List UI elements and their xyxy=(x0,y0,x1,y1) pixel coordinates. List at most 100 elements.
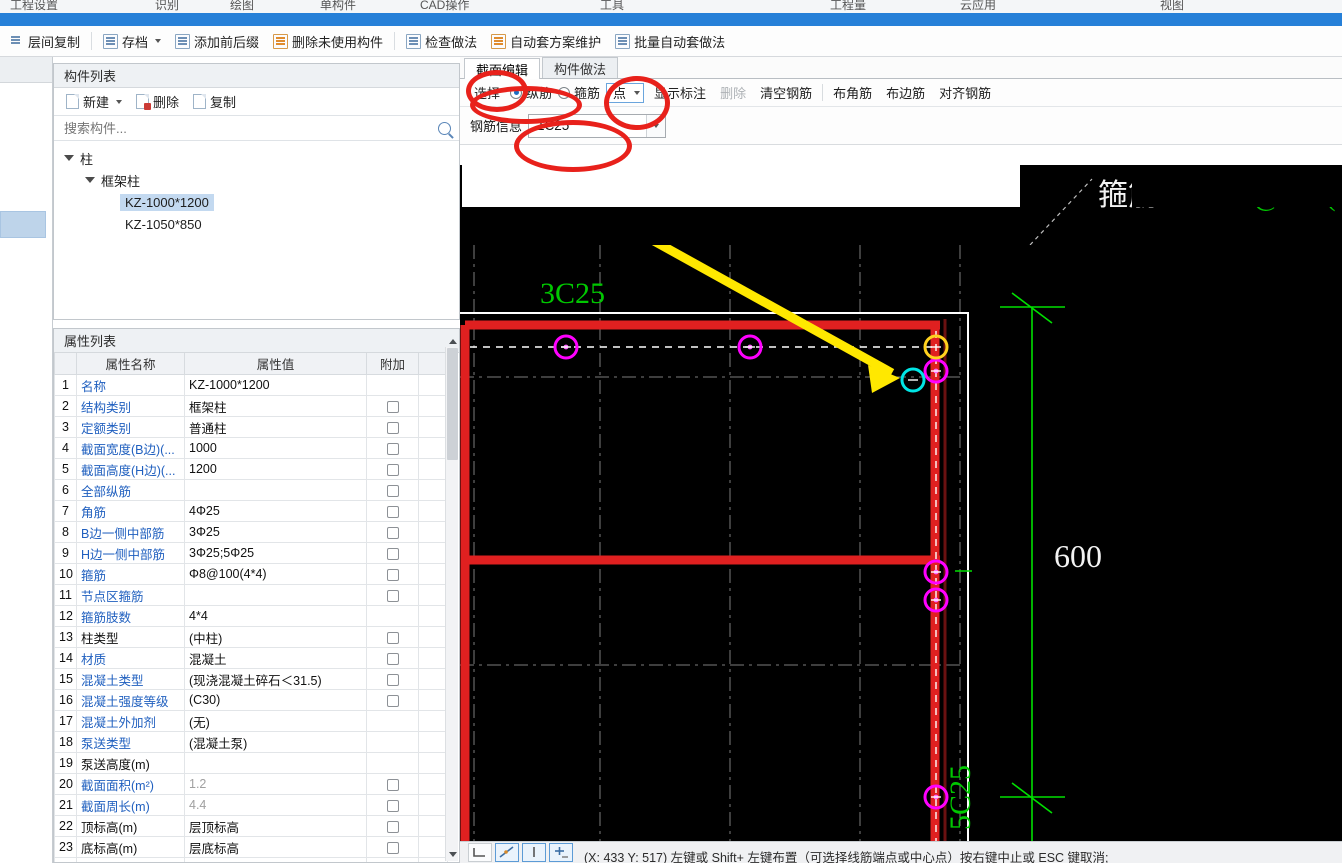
attach-checkbox[interactable] xyxy=(386,778,399,791)
table-row[interactable]: 16 混凝土强度等级 (C30) xyxy=(54,689,448,711)
table-row[interactable]: 5 截面高度(H边)(... 1200 xyxy=(54,458,448,480)
menu-item-layer-copy[interactable]: 层间复制 xyxy=(2,29,87,54)
property-value-cell[interactable]: 层底标高 xyxy=(184,836,367,858)
table-row[interactable]: 7 角筋 4Φ25 xyxy=(54,500,448,522)
property-name-cell[interactable]: 名称 xyxy=(76,374,185,396)
align-rebar-button[interactable]: 对齐钢筋 xyxy=(935,83,995,102)
table-row[interactable]: 21 截面周长(m) 4.4 xyxy=(54,794,448,816)
copy-component-button[interactable]: 复制 xyxy=(187,91,242,113)
property-value-cell[interactable]: (混凝土泵) xyxy=(184,731,367,753)
expand-triangle-icon[interactable] xyxy=(64,155,74,161)
scroll-up-arrow-icon[interactable] xyxy=(446,334,459,347)
property-value-cell[interactable] xyxy=(184,857,367,862)
attach-checkbox-cell[interactable] xyxy=(366,857,419,862)
tab-component-method[interactable]: 构件做法 xyxy=(542,57,619,78)
property-name-cell[interactable]: 混凝土强度等级 xyxy=(76,689,185,711)
scroll-down-arrow-icon[interactable] xyxy=(446,848,459,861)
attach-checkbox[interactable] xyxy=(386,589,399,602)
menu-item-add-prefix-suffix[interactable]: 添加前后缀 xyxy=(168,29,266,54)
property-value-cell[interactable]: 4.4 xyxy=(184,794,367,816)
point-icon[interactable] xyxy=(549,843,573,862)
attach-checkbox[interactable] xyxy=(386,463,399,476)
property-value-cell[interactable]: 混凝土 xyxy=(184,647,367,669)
vertical-icon[interactable] xyxy=(522,843,546,862)
attach-checkbox-cell[interactable] xyxy=(366,836,419,858)
property-name-cell[interactable]: 全部纵筋 xyxy=(76,479,185,501)
table-row[interactable]: 6 全部纵筋 xyxy=(54,479,448,501)
property-name-cell[interactable]: B边一侧中部筋 xyxy=(76,521,185,543)
attach-checkbox[interactable] xyxy=(386,421,399,434)
property-value-cell[interactable] xyxy=(184,584,367,606)
property-name-cell[interactable]: 截面面积(m²) xyxy=(76,773,185,795)
property-value-cell[interactable]: (无) xyxy=(184,710,367,732)
property-value-cell[interactable]: Φ8@100(4*4) xyxy=(184,563,367,585)
chevron-down-icon[interactable] xyxy=(634,90,641,95)
attach-checkbox-cell[interactable] xyxy=(366,689,419,711)
tree-node-column[interactable]: 柱 xyxy=(54,147,459,169)
attach-checkbox-cell[interactable] xyxy=(366,374,419,396)
property-value-cell[interactable]: (中柱) xyxy=(184,626,367,648)
property-name-cell[interactable]: 节点区箍筋 xyxy=(76,584,185,606)
navigation-strip-selected-item[interactable] xyxy=(0,211,46,238)
menu-item-archive[interactable]: 存档 xyxy=(96,29,168,54)
chevron-down-icon[interactable] xyxy=(116,99,123,104)
table-row[interactable]: 17 混凝土外加剂 (无) xyxy=(54,710,448,732)
table-row[interactable]: 2 结构类别 框架柱 xyxy=(54,395,448,417)
attach-checkbox-cell[interactable] xyxy=(366,395,419,417)
property-name-cell[interactable]: 泵送类型 xyxy=(76,731,185,753)
attach-checkbox-cell[interactable] xyxy=(366,416,419,438)
table-row[interactable]: 18 泵送类型 (混凝土泵) xyxy=(54,731,448,753)
property-name-cell[interactable]: 截面周长(m) xyxy=(76,794,185,816)
menu-item-delete-unused[interactable]: 删除未使用构件 xyxy=(266,29,390,54)
attach-checkbox-cell[interactable] xyxy=(366,437,419,459)
property-name-cell[interactable]: 底标高(m) xyxy=(76,836,185,858)
property-value-cell[interactable]: 1000 xyxy=(184,437,367,459)
property-value-cell[interactable]: 1.2 xyxy=(184,773,367,795)
table-row[interactable]: 4 截面宽度(B边)(... 1000 xyxy=(54,437,448,459)
table-row[interactable]: 9 H边一侧中部筋 3Φ25;5Φ25 xyxy=(54,542,448,564)
attach-checkbox[interactable] xyxy=(386,652,399,665)
table-row[interactable]: 20 截面面积(m²) 1.2 xyxy=(54,773,448,795)
attach-checkbox[interactable] xyxy=(386,526,399,539)
tree-node-frame-column[interactable]: 框架柱 xyxy=(54,169,459,191)
property-value-cell[interactable]: 3Φ25;5Φ25 xyxy=(184,542,367,564)
attach-checkbox-cell[interactable] xyxy=(366,563,419,585)
property-name-cell[interactable]: 混凝土外加剂 xyxy=(76,710,185,732)
attach-checkbox-cell[interactable] xyxy=(366,647,419,669)
clear-rebar-button[interactable]: 清空钢筋 xyxy=(756,83,816,102)
property-scrollbar[interactable] xyxy=(445,339,459,861)
attach-checkbox[interactable] xyxy=(386,820,399,833)
search-input[interactable] xyxy=(62,119,438,137)
attach-checkbox[interactable] xyxy=(386,442,399,455)
attach-checkbox-cell[interactable] xyxy=(366,458,419,480)
property-value-cell[interactable]: 3Φ25 xyxy=(184,521,367,543)
delete-component-button[interactable]: 删除 xyxy=(130,91,185,113)
table-row[interactable]: 23 底标高(m) 层底标高 xyxy=(54,836,448,858)
menu-item-batch-auto-method[interactable]: 批量自动套做法 xyxy=(608,29,732,54)
property-name-cell[interactable]: 柱类型 xyxy=(76,626,185,648)
attach-checkbox-cell[interactable] xyxy=(366,542,419,564)
property-value-cell[interactable] xyxy=(184,752,367,774)
attach-checkbox[interactable] xyxy=(386,484,399,497)
property-name-cell[interactable]: 材质 xyxy=(76,647,185,669)
attach-checkbox-cell[interactable] xyxy=(366,479,419,501)
place-edge-rebar-button[interactable]: 布边筋 xyxy=(882,83,929,102)
property-value-cell[interactable]: 层顶标高 xyxy=(184,815,367,837)
property-name-cell[interactable]: 结构类别 xyxy=(76,395,185,417)
expand-triangle-icon[interactable] xyxy=(85,177,95,183)
radio-on-icon[interactable] xyxy=(510,86,523,99)
radio-longitudinal-rebar[interactable]: 纵筋 xyxy=(510,83,552,102)
property-name-cell[interactable]: 截面宽度(B边)(... xyxy=(76,437,185,459)
property-value-cell[interactable]: 普通柱 xyxy=(184,416,367,438)
table-row[interactable]: 8 B边一侧中部筋 3Φ25 xyxy=(54,521,448,543)
section-drawing-canvas[interactable]: 3C25 5C25 600 xyxy=(460,245,1342,842)
attach-checkbox-cell[interactable] xyxy=(366,773,419,795)
table-row[interactable]: 24 xyxy=(54,857,448,862)
table-row[interactable]: 19 泵送高度(m) xyxy=(54,752,448,774)
attach-checkbox[interactable] xyxy=(386,505,399,518)
radio-stirrup-rebar[interactable]: 箍筋 xyxy=(558,83,600,102)
property-name-cell[interactable]: 角筋 xyxy=(76,500,185,522)
table-row[interactable]: 11 节点区箍筋 xyxy=(54,584,448,606)
attach-checkbox-cell[interactable] xyxy=(366,731,419,753)
property-name-cell[interactable]: 混凝土类型 xyxy=(76,668,185,690)
